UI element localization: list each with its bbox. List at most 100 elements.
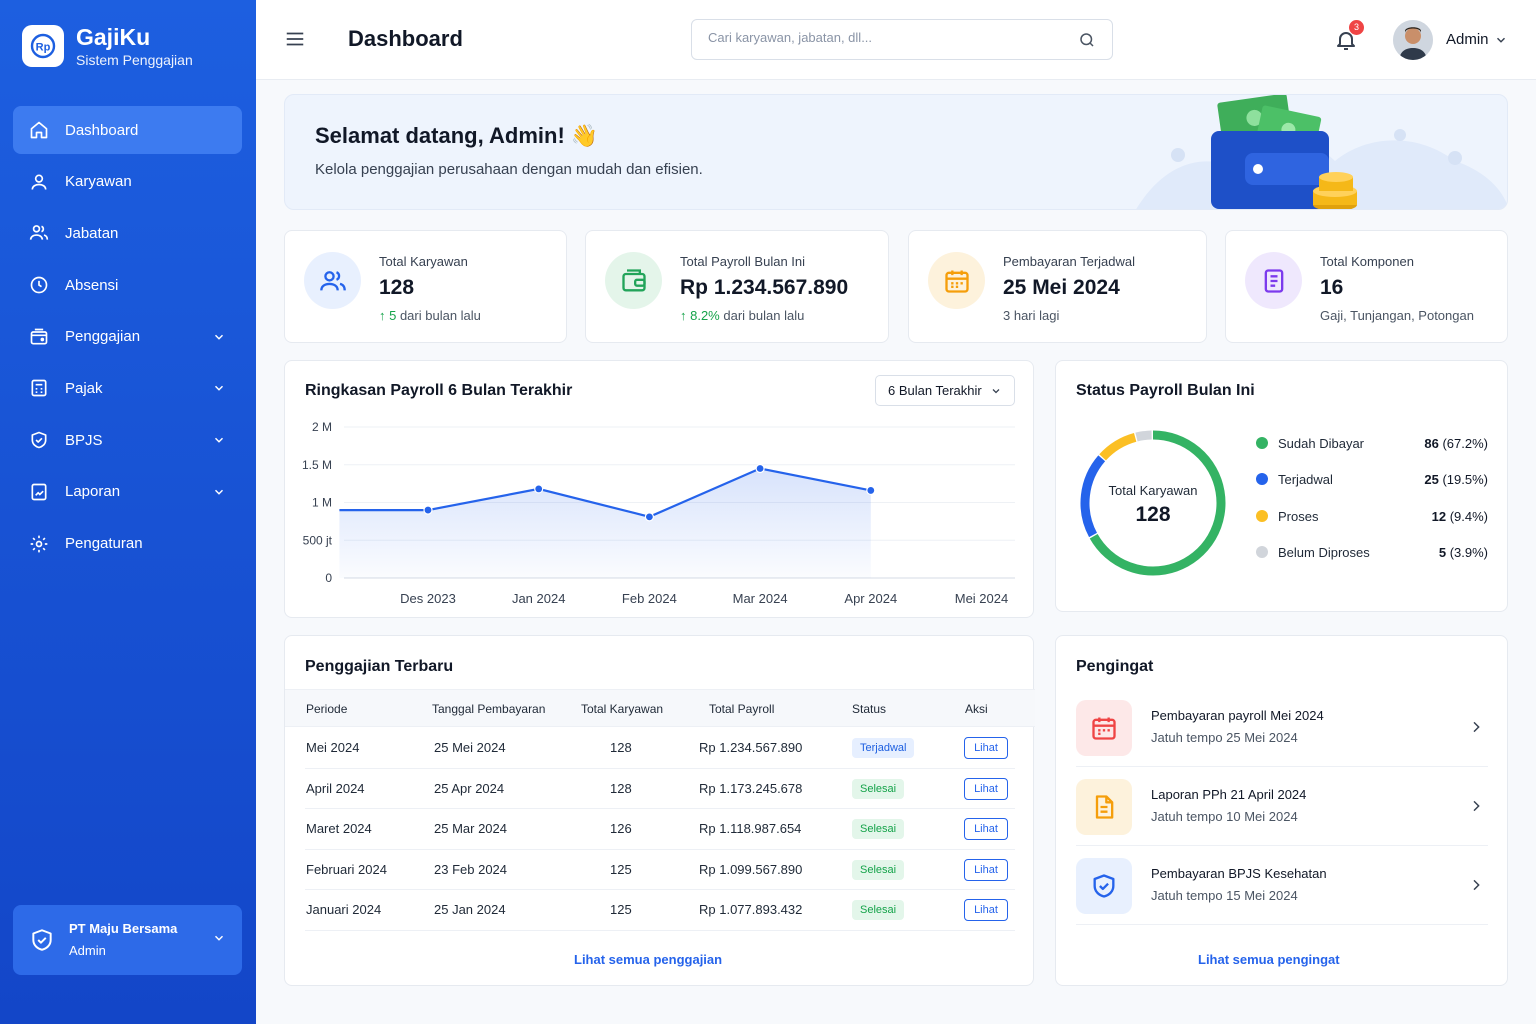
legend-dot <box>1256 437 1268 449</box>
table-cell-date: 25 Mar 2024 <box>434 821 507 836</box>
card-title: Pengingat <box>1076 658 1154 675</box>
view-payroll-button[interactable]: Lihat <box>964 899 1008 921</box>
table-cell-period: April 2024 <box>306 780 365 796</box>
view-payroll-button[interactable]: Lihat <box>964 777 1008 800</box>
donut-slice <box>1135 430 1152 442</box>
chevron-down-icon[interactable] <box>1494 33 1508 47</box>
stat-note: 3 hari lagi <box>1003 308 1060 323</box>
user-icon <box>29 172 49 192</box>
brand[interactable]: Rp GajiKu Sistem Penggajian <box>22 24 193 68</box>
stat-delta: ↑ 8.2% <box>680 308 720 323</box>
sidebar-item-dashboard[interactable]: Dashboard <box>13 106 242 154</box>
sidebar-item-label: Laporan <box>65 483 121 501</box>
company-name: PT Maju Bersama <box>69 921 178 936</box>
view-payroll-button[interactable]: Lihat <box>964 818 1008 840</box>
hamburger-icon <box>286 32 304 46</box>
x-tick-label: Apr 2024 <box>844 591 897 606</box>
notification-badge: 3 <box>1349 20 1364 35</box>
table-cell-period: Januari 2024 <box>306 902 382 917</box>
view-all-reminders-link[interactable]: Lihat semua pengingat <box>1198 952 1340 967</box>
table-cell-total: Rp 1.118.987.654 <box>699 821 802 836</box>
brand-name: GajiKu <box>76 24 151 50</box>
stat-note-text: dari bulan lalu <box>719 308 805 323</box>
legend-label: Terjadwal <box>1278 471 1333 487</box>
stat-card-pembayaran-terjadwal: Pembayaran Terjadwal 25 Mei 2024 3 hari … <box>908 230 1207 343</box>
stat-label: Total Payroll Bulan Ini <box>680 254 806 269</box>
reminder-item[interactable]: Laporan PPh 21 April 2024 Jatuh tempo 10… <box>1076 768 1488 846</box>
x-tick-label: Feb 2024 <box>622 591 677 606</box>
y-tick-label: 0 <box>325 571 332 585</box>
view-all-payroll-link[interactable]: Lihat semua penggajian <box>574 952 722 967</box>
table-cell-employees: 128 <box>610 780 632 796</box>
sidebar-item-jabatan[interactable]: Jabatan <box>13 209 242 257</box>
search-input[interactable] <box>708 30 1058 45</box>
legend-label: Sudah Dibayar <box>1278 435 1364 451</box>
wallet-illustration <box>1136 95 1507 209</box>
calendar-icon <box>928 252 985 309</box>
table-cell-employees: 128 <box>610 740 632 755</box>
chevron-right-icon <box>1468 719 1484 735</box>
data-point <box>423 505 433 515</box>
recent-payroll-card: Penggajian Terbaru Periode Tanggal Pemba… <box>284 635 1035 986</box>
stat-note-text: dari bulan lalu <box>396 308 481 323</box>
chevron-down-icon <box>212 433 226 447</box>
y-tick-label: 1 M <box>312 496 332 510</box>
y-tick-label: 2 M <box>312 420 332 434</box>
table-row: Mei 2024 25 Mei 2024 128 Rp 1.234.567.890 Te… <box>305 728 1015 769</box>
card-title: Penggajian Terbaru <box>305 658 454 675</box>
stat-value: Rp 1.234.567.890 <box>680 276 849 299</box>
status-badge: Selesai <box>852 859 905 880</box>
legend-value: 5 (3.9%) <box>1438 544 1488 560</box>
topbar: Dashboard 3 Admin <box>256 0 1536 80</box>
table-cell-period: Februari 2024 <box>306 861 387 877</box>
search-box <box>691 19 1113 60</box>
table-row: Februari 2024 23 Feb 2024 125 Rp 1.099.567.… <box>305 850 1015 890</box>
sidebar-item-pengaturan[interactable]: Pengaturan <box>13 520 242 568</box>
chevron-right-icon <box>1468 798 1484 814</box>
legend-item: Belum Diproses 5 (3.9%) <box>1256 542 1488 562</box>
sidebar-item-karyawan[interactable]: Karyawan <box>13 158 242 206</box>
clock-icon <box>29 275 49 295</box>
search-icon[interactable] <box>1078 31 1096 49</box>
sidebar-item-label: Absensi <box>65 276 119 294</box>
sidebar-item-laporan[interactable]: Laporan <box>13 468 242 516</box>
company-switcher[interactable]: PT Maju Bersama Admin <box>13 905 242 975</box>
table-cell-period: Mei 2024 <box>306 740 360 755</box>
view-payroll-button[interactable]: Lihat <box>964 737 1008 759</box>
user-name[interactable]: Admin <box>1446 31 1489 48</box>
x-tick-label: Jan 2024 <box>512 591 565 606</box>
sidebar-item-penggajian[interactable]: Penggajian <box>13 313 242 361</box>
reminder-item[interactable]: Pembayaran BPJS Kesehatan Jatuh tempo 15… <box>1076 847 1488 925</box>
document-icon <box>1245 252 1302 309</box>
reminder-due: Jatuh tempo 10 Mei 2024 <box>1151 809 1298 824</box>
sidebar-item-absensi[interactable]: Absensi <box>13 261 242 309</box>
menu-toggle-button[interactable] <box>284 28 306 50</box>
column-header: Tanggal Pembayaran <box>432 702 546 716</box>
document-icon <box>1076 779 1132 835</box>
sidebar-item-label: Penggajian <box>65 328 141 346</box>
view-payroll-button[interactable]: Lihat <box>964 858 1008 881</box>
reminder-due: Jatuh tempo 25 Mei 2024 <box>1151 730 1298 745</box>
sidebar-item-label: Jabatan <box>65 224 119 242</box>
chevron-down-icon <box>212 485 226 499</box>
data-point <box>534 484 544 494</box>
legend-dot <box>1256 510 1268 522</box>
sidebar-item-label: Karyawan <box>65 173 132 191</box>
sidebar-item-bpjs[interactable]: BPJS <box>13 416 242 464</box>
sidebar-item-pajak[interactable]: Pajak <box>13 364 242 412</box>
sidebar-item-label: BPJS <box>65 431 103 449</box>
donut-center-value: 128 <box>1135 503 1171 526</box>
stat-value: 25 Mei 2024 <box>1003 276 1120 299</box>
x-tick-label: Des 2023 <box>400 591 456 606</box>
donut-slice <box>1099 433 1137 461</box>
x-tick-label: Mar 2024 <box>733 591 788 606</box>
legend-item: Sudah Dibayar 86 (67.2%) <box>1256 433 1488 453</box>
table-row: April 2024 25 Apr 2024 128 Rp 1.173.245.678… <box>305 769 1015 809</box>
stat-label: Total Komponen <box>1320 254 1414 269</box>
y-tick-label: 1.5 M <box>302 458 332 472</box>
avatar[interactable] <box>1393 20 1433 60</box>
page-title: Dashboard <box>348 26 463 51</box>
stat-value: 16 <box>1320 276 1344 299</box>
sidebar-item-label: Pajak <box>65 379 103 397</box>
reminder-item[interactable]: Pembayaran payroll Mei 2024 Jatuh tempo … <box>1076 689 1488 767</box>
